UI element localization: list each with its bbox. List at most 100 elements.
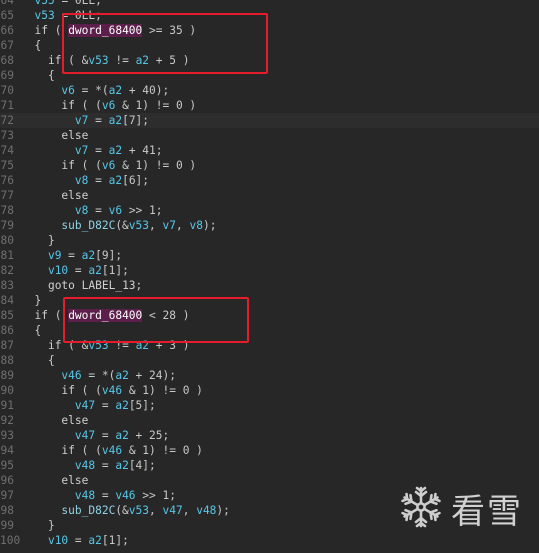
line-number: 93 xyxy=(0,429,14,442)
code-line[interactable]: 67 { xyxy=(0,38,539,53)
code-text[interactable]: { xyxy=(21,353,55,368)
line-number: 82 xyxy=(0,264,14,277)
code-line[interactable]: 84 } xyxy=(0,293,539,308)
code-text[interactable]: v6 = *(a2 + 40); xyxy=(21,83,169,98)
line-number: 67 xyxy=(0,39,14,52)
code-text[interactable]: if ( (v46 & 1) != 0 ) xyxy=(21,443,202,458)
code-text[interactable]: } xyxy=(21,233,55,248)
line-number: 100 xyxy=(0,534,21,547)
line-number: 79 xyxy=(0,219,14,232)
code-line[interactable]: 77 else xyxy=(0,188,539,203)
code-line[interactable]: 75 if ( (v6 & 1) != 0 ) xyxy=(0,158,539,173)
code-text[interactable]: sub_D82C(&v53, v7, v8); xyxy=(21,218,216,233)
watermark: 看雪 xyxy=(399,484,523,533)
code-text[interactable]: if ( (v6 & 1) != 0 ) xyxy=(21,98,196,113)
code-line[interactable]: 70 v6 = *(a2 + 40); xyxy=(0,83,539,98)
line-number: 96 xyxy=(0,474,14,487)
code-line[interactable]: 68 if ( &v53 != a2 + 5 ) xyxy=(0,53,539,68)
line-number: 66 xyxy=(0,24,14,37)
code-text[interactable]: { xyxy=(21,68,55,83)
code-text[interactable]: v10 = a2[1]; xyxy=(21,533,129,548)
code-text[interactable]: v46 = *(a2 + 24); xyxy=(21,368,176,383)
code-text[interactable]: v55 = 0LL; xyxy=(21,0,101,8)
code-area[interactable]: 64 v55 = 0LL; 65 v53 = 0LL; 66 if ( dword_… xyxy=(0,0,539,548)
line-number: 97 xyxy=(0,489,14,502)
code-line[interactable]: 94 if ( (v46 & 1) != 0 ) xyxy=(0,443,539,458)
code-text[interactable]: v53 = 0LL; xyxy=(21,8,101,23)
code-text[interactable]: if ( &v53 != a2 + 5 ) xyxy=(21,53,190,68)
code-line[interactable]: 91 v47 = a2[5]; xyxy=(0,398,539,413)
code-line[interactable]: 71 if ( (v6 & 1) != 0 ) xyxy=(0,98,539,113)
code-line[interactable]: 66 if ( dword_68400 >= 35 ) xyxy=(0,23,539,38)
code-line[interactable]: 74 v7 = a2 + 41; xyxy=(0,143,539,158)
code-line[interactable]: 81 v9 = a2[9]; xyxy=(0,248,539,263)
code-line[interactable]: 95 v48 = a2[4]; xyxy=(0,458,539,473)
code-line[interactable]: 100 v10 = a2[1]; xyxy=(0,533,539,548)
code-line[interactable]: 64 v55 = 0LL; xyxy=(0,0,539,8)
line-number: 90 xyxy=(0,384,14,397)
line-number: 71 xyxy=(0,99,14,112)
code-line[interactable]: 78 v8 = v6 >> 1; xyxy=(0,203,539,218)
code-text[interactable]: v10 = a2[1]; xyxy=(21,263,129,278)
code-line[interactable]: 80 } xyxy=(0,233,539,248)
code-text[interactable]: } xyxy=(21,518,55,533)
code-text[interactable]: v7 = a2[7]; xyxy=(21,113,149,128)
code-line[interactable]: 79 sub_D82C(&v53, v7, v8); xyxy=(0,218,539,233)
code-text[interactable]: else xyxy=(21,128,88,143)
code-text[interactable]: { xyxy=(21,323,41,338)
code-line[interactable]: 82 v10 = a2[1]; xyxy=(0,263,539,278)
code-line[interactable]: 87 if ( &v53 != a2 + 3 ) xyxy=(0,338,539,353)
code-line[interactable]: 88 { xyxy=(0,353,539,368)
code-line[interactable]: 69 { xyxy=(0,68,539,83)
code-text[interactable]: v48 = a2[4]; xyxy=(21,458,156,473)
code-text[interactable]: v8 = v6 >> 1; xyxy=(21,203,163,218)
code-text[interactable]: else xyxy=(21,473,88,488)
code-text[interactable]: v7 = a2 + 41; xyxy=(21,143,163,158)
line-number: 91 xyxy=(0,399,14,412)
code-text[interactable]: if ( (v6 & 1) != 0 ) xyxy=(21,158,196,173)
code-line[interactable]: 93 v47 = a2 + 25; xyxy=(0,428,539,443)
line-number: 70 xyxy=(0,84,14,97)
code-text[interactable]: v9 = a2[9]; xyxy=(21,248,122,263)
code-text[interactable]: } xyxy=(21,293,41,308)
line-number: 88 xyxy=(0,354,14,367)
snowflake-icon xyxy=(399,485,443,532)
line-number: 64 xyxy=(0,0,14,7)
code-text[interactable]: sub_D82C(&v53, v47, v48); xyxy=(21,503,229,518)
code-line[interactable]: 85 if ( dword_68400 < 28 ) xyxy=(0,308,539,323)
pseudocode-view[interactable]: 64 v55 = 0LL; 65 v53 = 0LL; 66 if ( dword_… xyxy=(0,0,539,553)
line-number: 89 xyxy=(0,369,14,382)
line-number: 73 xyxy=(0,129,14,142)
line-number: 74 xyxy=(0,144,14,157)
line-number: 78 xyxy=(0,204,14,217)
code-line[interactable]: 76 v8 = a2[6]; xyxy=(0,173,539,188)
code-line[interactable]: 83 goto LABEL_13; xyxy=(0,278,539,293)
code-line[interactable]: 92 else xyxy=(0,413,539,428)
code-text[interactable]: if ( dword_68400 < 28 ) xyxy=(21,308,189,323)
code-text[interactable]: v47 = a2[5]; xyxy=(21,398,156,413)
watermark-text: 看雪 xyxy=(451,492,523,532)
code-text[interactable]: else xyxy=(21,413,88,428)
code-line[interactable]: 89 v46 = *(a2 + 24); xyxy=(0,368,539,383)
line-number: 83 xyxy=(0,279,14,292)
code-text[interactable]: goto LABEL_13; xyxy=(21,278,142,293)
code-text[interactable]: v8 = a2[6]; xyxy=(21,173,149,188)
line-number: 69 xyxy=(0,69,14,82)
code-line[interactable]: 65 v53 = 0LL; xyxy=(0,8,539,23)
line-number: 87 xyxy=(0,339,14,352)
code-text[interactable]: if ( &v53 != a2 + 3 ) xyxy=(21,338,190,353)
code-text[interactable]: v48 = v46 >> 1; xyxy=(21,488,176,503)
code-text[interactable]: else xyxy=(21,188,88,203)
code-line[interactable]: 86 { xyxy=(0,323,539,338)
code-line[interactable]: 90 if ( (v46 & 1) != 0 ) xyxy=(0,383,539,398)
line-number: 76 xyxy=(0,174,14,187)
line-number: 81 xyxy=(0,249,14,262)
code-text[interactable]: { xyxy=(21,38,41,53)
code-text[interactable]: if ( dword_68400 >= 35 ) xyxy=(21,23,196,38)
code-text[interactable]: v47 = a2 + 25; xyxy=(21,428,169,443)
code-line[interactable]: 72 v7 = a2[7]; xyxy=(0,113,539,128)
code-line[interactable]: 73 else xyxy=(0,128,539,143)
line-number: 72 xyxy=(0,114,14,127)
line-number: 65 xyxy=(0,9,14,22)
code-text[interactable]: if ( (v46 & 1) != 0 ) xyxy=(21,383,202,398)
